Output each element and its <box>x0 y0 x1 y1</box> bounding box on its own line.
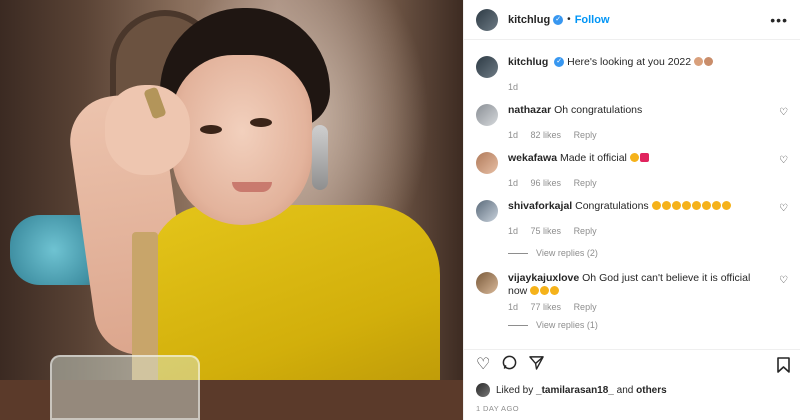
comment-time: 1d <box>508 302 519 312</box>
like-comment-heart-icon[interactable]: ♡ <box>779 155 788 166</box>
emoji-icon <box>711 201 721 210</box>
likes-and: and <box>616 384 634 396</box>
emoji-icon <box>661 201 671 210</box>
comment-username[interactable]: shivaforkajal <box>508 200 572 212</box>
heart-eyes-emoji-icon <box>540 286 550 295</box>
emoji-icon <box>701 201 711 210</box>
emoji-icon <box>651 201 661 210</box>
verified-icon: ✓ <box>553 14 564 25</box>
reply-button[interactable]: Reply <box>574 302 597 312</box>
caption-username[interactable]: kitchlug <box>508 56 548 68</box>
comment-avatar[interactable] <box>476 200 498 222</box>
likes-prefix: Liked by <box>496 384 534 396</box>
comment-username[interactable]: nathazar <box>508 104 551 116</box>
caption-text: Here's looking at you 2022 <box>567 56 692 68</box>
emoji-icon <box>671 201 681 210</box>
photo-eye-left <box>200 125 222 134</box>
reply-button[interactable]: Reply <box>574 226 597 236</box>
comments-list[interactable]: kitchlug ✓ Here's looking at you 2022 1d… <box>464 40 800 348</box>
verified-icon: ✓ <box>554 57 565 68</box>
caption: kitchlug ✓ Here's looking at you 2022 1d <box>476 56 790 92</box>
photo-lips <box>232 182 272 192</box>
view-replies-button[interactable]: View replies (1) <box>508 320 790 330</box>
view-replies-button[interactable]: View replies (2) <box>508 248 790 258</box>
comment-username[interactable]: wekafawa <box>508 152 557 164</box>
comment-likes[interactable]: 82 likes <box>531 130 562 140</box>
comment-time: 1d <box>508 178 519 188</box>
caption-time: 1d <box>508 82 519 92</box>
likes-others[interactable]: others <box>636 385 667 396</box>
comment-item: nathazar Oh congratulations ♡ 1d 82 like… <box>476 104 790 140</box>
post-header: kitchlug ✓ • Follow ••• <box>464 0 800 40</box>
view-replies-label: View replies (2) <box>536 248 598 258</box>
share-icon[interactable] <box>529 355 545 374</box>
view-replies-line <box>508 324 528 326</box>
like-comment-heart-icon[interactable]: ♡ <box>779 107 788 118</box>
comment-item: wekafawa Made it official ♡ 1d 96 likes … <box>476 152 790 188</box>
comment-icon[interactable] <box>502 355 517 374</box>
comment-avatar[interactable] <box>476 104 498 126</box>
comment-avatar[interactable] <box>476 272 498 294</box>
comment-avatar[interactable] <box>476 152 498 174</box>
emoji-icon <box>691 201 701 210</box>
author-username[interactable]: kitchlug <box>508 14 550 26</box>
caption-avatar[interactable] <box>476 56 498 78</box>
heart-eyes-emoji-icon <box>629 153 639 162</box>
photo-earring <box>312 125 328 190</box>
like-comment-heart-icon[interactable]: ♡ <box>779 203 788 214</box>
emoji-icon <box>721 201 731 210</box>
comment-item: vijaykajuxlove Oh God just can't believe… <box>476 272 790 330</box>
post-photo[interactable] <box>0 0 463 420</box>
heart-eyes-emoji-icon <box>530 286 540 295</box>
comment-username[interactable]: vijaykajuxlove <box>508 272 579 284</box>
follow-button[interactable]: Follow <box>575 14 610 26</box>
comment-time: 1d <box>508 130 519 140</box>
bookmark-icon[interactable] <box>777 357 790 378</box>
view-replies-line <box>508 252 528 254</box>
more-icon[interactable]: ••• <box>770 12 788 28</box>
post-timestamp: 1 DAY AGO <box>476 404 519 413</box>
likes-summary: Liked by _tamilarasan18_ and others <box>476 383 667 397</box>
heart-eyes-emoji-icon <box>550 286 560 295</box>
post-actions-bar: ♡ <box>464 349 800 379</box>
view-replies-label: View replies (1) <box>536 320 598 330</box>
comment-likes[interactable]: 77 likes <box>531 302 562 312</box>
couple-emoji-icon <box>704 57 714 66</box>
like-comment-heart-icon[interactable]: ♡ <box>779 275 788 286</box>
comment-likes[interactable]: 75 likes <box>531 226 562 236</box>
photo-face <box>172 55 312 225</box>
comment-text: Made it official <box>559 152 627 164</box>
comment-text: Oh congratulations <box>554 104 643 116</box>
reply-button[interactable]: Reply <box>574 130 597 140</box>
heart-icon[interactable]: ♡ <box>476 356 490 373</box>
liker-avatar[interactable] <box>476 383 490 397</box>
author-avatar[interactable] <box>476 8 498 31</box>
comment-item: shivaforkajal Congratulations ♡ 1d 75 li… <box>476 200 790 258</box>
person-emoji-icon <box>694 57 704 66</box>
post-side-panel: kitchlug ✓ • Follow ••• kitchlug ✓ Here'… <box>463 0 800 420</box>
red-heart-emoji-icon <box>639 153 649 162</box>
reply-button[interactable]: Reply <box>574 178 597 188</box>
comment-likes[interactable]: 96 likes <box>531 178 562 188</box>
separator-dot: • <box>567 14 571 25</box>
comment-time: 1d <box>508 226 519 236</box>
emoji-icon <box>681 201 691 210</box>
photo-eye-right <box>250 118 272 127</box>
photo-glass <box>50 355 200 420</box>
comment-text: Congratulations <box>575 200 649 212</box>
liker-username[interactable]: _tamilarasan18_ <box>536 385 614 396</box>
